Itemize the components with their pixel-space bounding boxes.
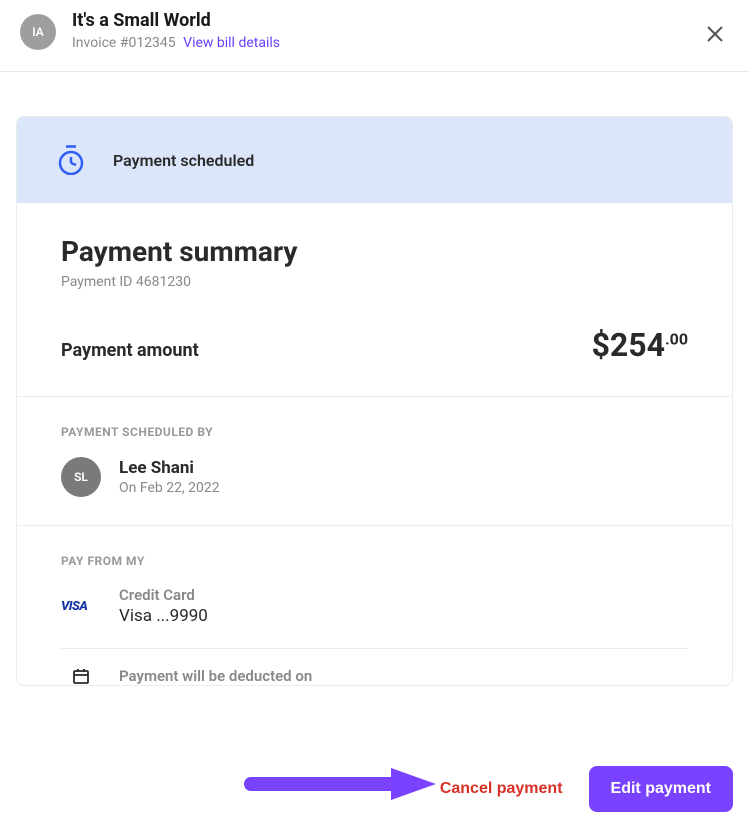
modal-header: IA It's a Small World Invoice #012345 Vi… [0, 0, 749, 72]
vendor-avatar: IA [20, 14, 56, 50]
close-icon [705, 24, 725, 44]
visa-icon: VISA [61, 599, 101, 614]
user-text-block: Lee Shani On Feb 22, 2022 [119, 458, 220, 496]
summary-title: Payment summary [61, 235, 688, 268]
invoice-line: Invoice #012345 View bill details [72, 35, 729, 51]
amount-value: $254.00 [592, 326, 688, 364]
payment-id-line: Payment ID 4681230 [61, 274, 688, 290]
amount-whole: $254 [592, 326, 665, 364]
card-type: Credit Card [119, 586, 208, 604]
invoice-number: 012345 [128, 35, 175, 51]
deduction-label: Payment will be deducted on [119, 667, 312, 685]
vendor-name: It's a Small World [72, 10, 729, 31]
user-avatar: SL [61, 457, 101, 497]
user-name: Lee Shani [119, 458, 220, 478]
clock-icon [57, 145, 85, 175]
close-button[interactable] [705, 24, 725, 48]
payment-summary-section: Payment summary Payment ID 4681230 Payme… [17, 203, 732, 397]
content-area: Payment scheduled Payment summary Paymen… [0, 72, 749, 686]
card-text-block: Credit Card Visa ...9990 [119, 586, 208, 626]
deduction-date-row: Payment will be deducted on [61, 649, 688, 685]
status-banner: Payment scheduled [17, 117, 732, 203]
edit-payment-button[interactable]: Edit payment [589, 766, 733, 812]
payment-id-label: Payment ID [61, 274, 132, 290]
header-text-block: It's a Small World Invoice #012345 View … [72, 10, 729, 51]
pay-from-label: PAY FROM MY [61, 554, 688, 568]
view-bill-details-link[interactable]: View bill details [183, 35, 280, 51]
status-text: Payment scheduled [113, 151, 254, 170]
invoice-prefix: Invoice # [72, 35, 128, 51]
payment-method-row: VISA Credit Card Visa ...9990 [61, 586, 688, 649]
scheduled-date: Feb 22, 2022 [140, 480, 220, 496]
user-date-line: On Feb 22, 2022 [119, 480, 220, 496]
calendar-icon [61, 667, 101, 685]
payment-id-value: 4681230 [136, 274, 191, 290]
scheduled-by-user-row: SL Lee Shani On Feb 22, 2022 [61, 457, 688, 497]
footer-actions: Cancel payment Edit payment [0, 750, 749, 828]
amount-cents: .00 [665, 329, 688, 348]
cancel-payment-button[interactable]: Cancel payment [432, 768, 571, 810]
date-prefix: On [119, 480, 140, 496]
scheduled-by-section: PAYMENT SCHEDULED BY SL Lee Shani On Feb… [17, 397, 732, 526]
amount-row: Payment amount $254.00 [61, 326, 688, 364]
payment-card: Payment scheduled Payment summary Paymen… [16, 116, 733, 686]
pay-from-section: PAY FROM MY VISA Credit Card Visa ...999… [17, 526, 732, 685]
scheduled-by-label: PAYMENT SCHEDULED BY [61, 425, 688, 439]
card-number: Visa ...9990 [119, 606, 208, 626]
amount-label: Payment amount [61, 340, 199, 361]
